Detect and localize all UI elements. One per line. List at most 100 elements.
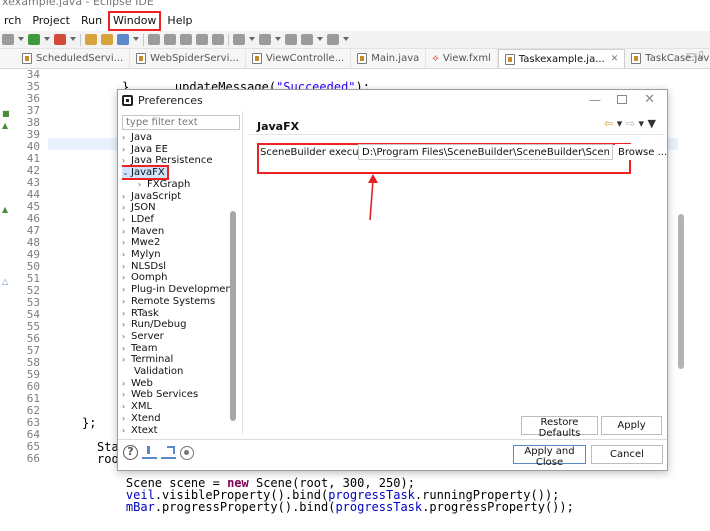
tree-item-java-ee[interactable]: › Java EE [122, 144, 168, 155]
tree-item-nlsdsl[interactable]: › NLSDsl [122, 261, 166, 272]
menu-run[interactable]: Run [78, 13, 105, 29]
chevron-right-icon[interactable]: › [122, 308, 131, 319]
tree-item-plug-in-development[interactable]: › Plug-in Development [122, 284, 230, 295]
tree-item-json[interactable]: › JSON [122, 202, 156, 213]
tree-item-javascript[interactable]: › JavaScript [122, 191, 181, 202]
open-folder-icon[interactable] [101, 34, 113, 45]
dropdown-icon[interactable] [133, 36, 139, 43]
tree-item-javafx[interactable]: ⌄ JavaFX [122, 165, 169, 181]
browse-button[interactable]: Browse ... [615, 144, 667, 160]
last-edit-icon[interactable] [285, 34, 297, 45]
chevron-right-icon[interactable]: › [122, 296, 131, 307]
sash-divider[interactable] [242, 111, 243, 434]
view-menu-icon[interactable]: ▼ [648, 117, 656, 130]
editor-scrollbar[interactable] [678, 214, 684, 369]
debug-icon[interactable] [28, 34, 40, 45]
restore-defaults-button[interactable]: Restore Defaults [521, 416, 598, 439]
dropdown-icon[interactable] [70, 36, 76, 43]
forward-icon[interactable] [327, 34, 339, 45]
tab-webspider-service[interactable]: WebSpiderServi... [130, 49, 246, 68]
chevron-right-icon[interactable]: › [122, 132, 131, 143]
chevron-right-icon[interactable]: › [122, 401, 131, 412]
tree-item-mylyn[interactable]: › Mylyn [122, 249, 161, 260]
chevron-right-icon[interactable]: › [122, 319, 131, 330]
chevron-right-icon[interactable]: › [122, 226, 131, 237]
prev-annotation-icon[interactable] [259, 34, 271, 45]
tree-item-rtask[interactable]: › RTask [122, 308, 159, 319]
tab-taskexample-java[interactable]: Taskexample.ja... ✕ [497, 49, 626, 68]
record-icon[interactable] [180, 445, 194, 460]
tree-item-server[interactable]: › Server [122, 331, 164, 342]
dropdown-icon[interactable] [249, 36, 255, 43]
forward-arrow-icon[interactable]: ⇨ [626, 117, 635, 130]
menu-help[interactable]: Help [164, 13, 195, 29]
whitespace-icon[interactable] [212, 34, 224, 45]
run-config-icon[interactable] [2, 34, 14, 45]
tree-item-ldef[interactable]: › LDef [122, 214, 154, 225]
dialog-title-bar[interactable]: Preferences — ✕ [118, 90, 667, 111]
chevron-right-icon[interactable]: › [122, 249, 131, 260]
chevron-right-icon[interactable]: › [122, 155, 131, 166]
menu-window[interactable]: Window [108, 11, 162, 31]
dropdown-icon[interactable] [343, 36, 349, 43]
chevron-right-icon[interactable]: › [122, 413, 131, 424]
chevron-right-icon[interactable]: › [122, 425, 131, 436]
chevron-right-icon[interactable]: › [122, 354, 131, 365]
tree-item-fxgraph[interactable]: › FXGraph [138, 179, 190, 190]
tree-item-run-debug[interactable]: › Run/Debug [122, 319, 186, 330]
editor-area-controls[interactable]: ▭ ▯ [686, 50, 704, 61]
pencil-icon[interactable] [164, 34, 176, 45]
tree-item-xtend[interactable]: › Xtend [122, 413, 161, 424]
chevron-right-icon[interactable]: › [122, 389, 131, 400]
tab-main-java[interactable]: Main.java [351, 49, 427, 68]
tree-item-remote-systems[interactable]: › Remote Systems [122, 296, 215, 307]
filter-input[interactable] [122, 115, 240, 130]
tab-view-controller[interactable]: ViewControlle... [246, 49, 352, 68]
pin-icon[interactable] [148, 34, 160, 45]
tree-item-mwe2[interactable]: › Mwe2 [122, 237, 160, 248]
menu-project[interactable]: Project [29, 13, 73, 29]
chevron-right-icon[interactable]: › [122, 144, 131, 155]
chevron-right-icon[interactable]: › [122, 191, 131, 202]
tree-item-java[interactable]: › Java [122, 132, 152, 143]
chevron-right-icon[interactable]: › [122, 237, 131, 248]
chevron-right-icon[interactable]: › [122, 331, 131, 342]
new-package-icon[interactable] [85, 34, 97, 45]
tree-item-maven[interactable]: › Maven [122, 226, 164, 237]
tree-item-xtext[interactable]: › Xtext [122, 425, 158, 436]
back-arrow-icon[interactable]: ⇦ [604, 117, 613, 130]
toggle-icon[interactable] [180, 34, 192, 45]
tab-view-fxml[interactable]: ⟡ View.fxml [426, 49, 498, 68]
menu-search[interactable]: rch [0, 13, 24, 29]
apply-button[interactable]: Apply [601, 416, 662, 435]
tree-item-web[interactable]: › Web [122, 378, 153, 389]
minimize-icon[interactable]: — [589, 93, 601, 107]
dropdown-icon[interactable] [275, 36, 281, 43]
dropdown-icon[interactable] [317, 36, 323, 43]
tree-item-team[interactable]: › Team [122, 343, 157, 354]
block-icon[interactable] [196, 34, 208, 45]
chevron-down-icon[interactable]: ▾ [617, 117, 623, 130]
import-icon[interactable] [142, 446, 157, 459]
close-icon[interactable]: ✕ [644, 92, 655, 107]
chevron-right-icon[interactable]: › [122, 272, 131, 283]
tree-item-java-persistence[interactable]: › Java Persistence [122, 155, 213, 166]
tree-scrollbar[interactable] [230, 211, 236, 421]
next-annotation-icon[interactable] [233, 34, 245, 45]
chevron-right-icon[interactable]: › [122, 261, 131, 272]
tree-item-web-services[interactable]: › Web Services [122, 389, 198, 400]
chevron-right-icon[interactable]: › [122, 378, 131, 389]
tree-item-terminal[interactable]: › Terminal [122, 354, 173, 365]
help-icon[interactable]: ? [123, 445, 138, 460]
chevron-down-icon[interactable]: ▾ [638, 117, 644, 130]
close-icon[interactable]: ✕ [611, 54, 619, 64]
maximize-icon[interactable] [617, 95, 627, 104]
tree-item-xml[interactable]: › XML [122, 401, 152, 412]
chevron-right-icon[interactable]: › [122, 284, 131, 295]
chevron-right-icon[interactable]: › [122, 202, 131, 213]
tab-scheduled-service[interactable]: ScheduledServi... [16, 49, 131, 68]
dropdown-icon[interactable] [44, 36, 50, 43]
tree-item-validation[interactable]: Validation [134, 366, 183, 377]
chevron-right-icon[interactable]: › [138, 179, 147, 190]
apply-and-close-button[interactable]: Apply and Close [513, 445, 586, 468]
